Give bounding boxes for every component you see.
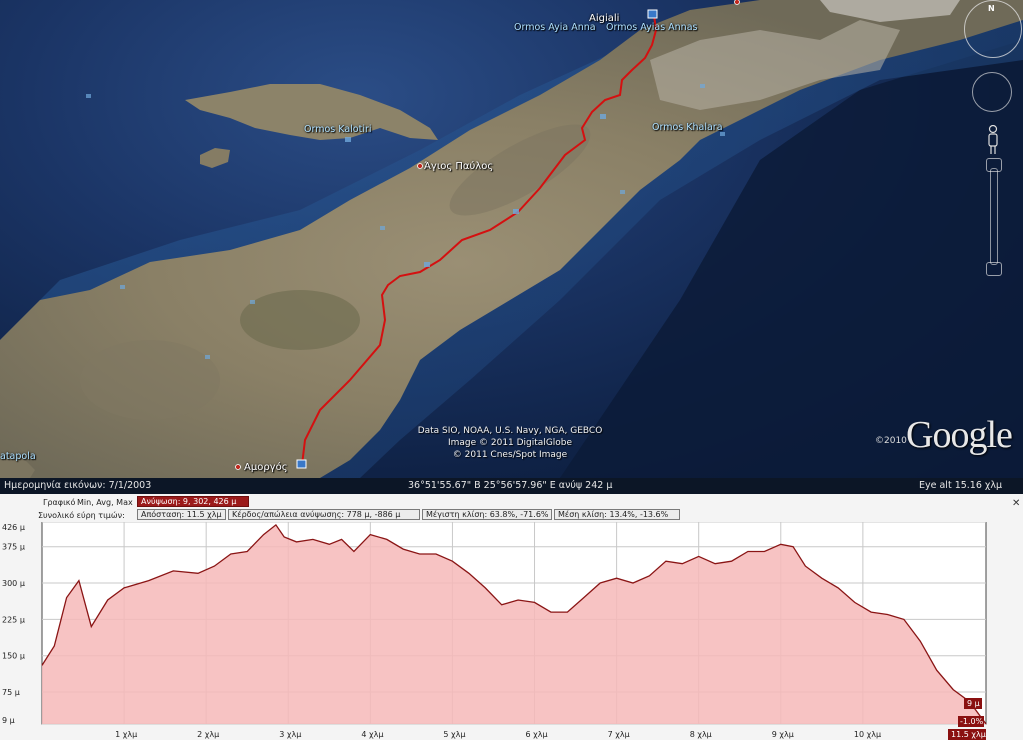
y-tick-label: 225 μ [2,615,25,624]
max-slope-box[interactable]: Μέγιστη κλίση: 63.8%, -71.6% [422,509,552,520]
photo-marker-icon [345,137,351,142]
zoom-out-icon[interactable] [986,262,1002,276]
google-year: ©2010 [875,436,907,446]
y-tick-label: 75 μ [2,688,20,697]
x-tick-label: 7 χλμ [608,730,630,739]
x-tick-label: 5 χλμ [443,730,465,739]
place-dot [417,163,423,169]
status-bar: Ημερομηνία εικόνων: 7/1/2003 36°51'55.67… [0,478,1023,494]
range-label: Συνολικό εύρη τιμών: [38,511,125,520]
map-attribution: Data SIO, NOAA, U.S. Navy, NGA, GEBCO Im… [405,425,615,461]
close-icon[interactable]: ✕ [1012,498,1020,509]
imagery-date: Ημερομηνία εικόνων: 7/1/2003 [4,480,152,491]
y-tick-label: 375 μ [2,543,25,552]
photo-marker-icon [380,226,385,230]
x-tick-label: 8 χλμ [690,730,712,739]
elevation-chart[interactable]: 426 μ 375 μ 300 μ 225 μ 150 μ 75 μ 9 μ 1 χλμ 2 χ… [0,522,1023,740]
photo-marker-icon [600,114,606,119]
attribution-line: © 2011 Cnes/Spot Image [452,450,568,460]
gain-loss-box[interactable]: Κέρδος/απώλεια ανύψωσης: 778 μ, -886 μ [228,509,420,520]
place-dot [235,464,241,470]
place-dot [734,0,740,5]
google-logo: Google [906,414,1013,456]
x-tick-label: 4 χλμ [361,730,383,739]
end-slope-label: -1.0% [960,717,984,726]
photo-marker-icon [86,94,91,98]
pegman-icon[interactable] [986,125,1000,155]
x-tick-label: 3 χλμ [279,730,301,739]
photo-marker-icon [120,285,125,289]
photo-marker-icon [647,9,658,19]
y-tick-label: 150 μ [2,652,25,661]
graph-value[interactable]: Min, Avg, Max [77,497,133,508]
photo-marker-icon [250,300,255,304]
zoom-slider[interactable] [990,168,998,265]
y-tick-label: 9 μ [2,716,15,725]
attribution-line: Image © 2011 DigitalGlobe [447,438,573,448]
photo-marker-icon [620,190,625,194]
elevation-stats-box[interactable]: Ανύψωση: 9, 302, 426 μ [137,496,249,507]
y-tick-label: 426 μ [2,523,25,532]
distance-box[interactable]: Απόσταση: 11.5 χλμ [137,509,226,520]
photo-marker-icon [205,355,210,359]
graph-label: Γραφικό [43,498,76,507]
x-tick-label: 9 χλμ [772,730,794,739]
compass-north-label: N [988,4,995,13]
end-value-label: 9 μ [967,699,980,708]
photo-marker-icon [513,209,519,214]
photo-marker-icon [700,84,705,88]
attribution-line: Data SIO, NOAA, U.S. Navy, NGA, GEBCO [417,426,603,436]
x-tick-label: 6 χλμ [526,730,548,739]
x-tick-label: 2 χλμ [197,730,219,739]
eye-altitude: Eye alt 15.16 χλμ [919,480,1003,491]
elevation-profile-panel[interactable]: Γραφικό Min, Avg, Max Ανύψωση: 9, 302, 4… [0,494,1023,740]
y-tick-label: 300 μ [2,579,25,588]
map-view[interactable]: Aigiali Ormos Ayia Anna Ormos Ayias Anna… [0,0,1023,478]
look-control-icon[interactable] [972,72,1012,112]
photo-marker-icon [296,459,307,469]
x-tick-label: 10 χλμ [854,730,881,739]
avg-slope-box[interactable]: Μέση κλίση: 13.4%, -13.6% [554,509,680,520]
photo-marker-icon [720,132,725,136]
map-markers [86,0,740,470]
cursor-coordinates: 36°51'55.67" Β 25°56'57.96" Ε ανύψ 242 μ [408,480,613,491]
photo-marker-icon [424,262,430,267]
end-distance-label: 11.5 χλμ [951,730,986,739]
x-tick-label: 1 χλμ [115,730,137,739]
